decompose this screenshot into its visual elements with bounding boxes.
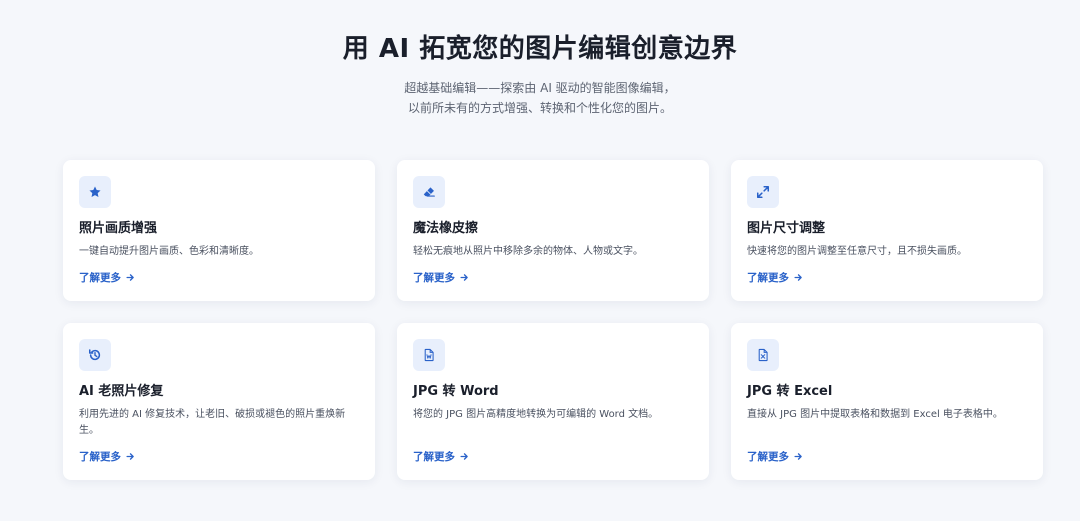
learn-more-link[interactable]: 了解更多 <box>747 270 803 285</box>
arrow-right-icon <box>460 274 468 281</box>
card-description: 轻松无痕地从照片中移除多余的物体、人物或文字。 <box>413 246 643 257</box>
arrow-right-icon <box>460 453 468 460</box>
page-title: 用 AI 拓宽您的图片编辑创意边界 <box>342 34 738 64</box>
history-restore-icon <box>79 339 111 371</box>
word-file-icon <box>413 339 445 371</box>
arrow-right-icon <box>794 274 802 281</box>
learn-more-link[interactable]: 了解更多 <box>79 270 135 285</box>
learn-more-label: 了解更多 <box>79 272 121 284</box>
card-title: JPG 转 Excel <box>747 384 833 399</box>
feature-card-image-resize[interactable]: 图片尺寸调整 快速将您的图片调整至任意尺寸，且不损失画质。 了解更多 <box>731 160 1043 301</box>
learn-more-link[interactable]: 了解更多 <box>79 449 135 464</box>
arrow-right-icon <box>794 453 802 460</box>
card-title: JPG 转 Word <box>413 384 499 399</box>
learn-more-label: 了解更多 <box>747 451 789 463</box>
feature-card-jpg-to-excel[interactable]: JPG 转 Excel 直接从 JPG 图片中提取表格和数据到 Excel 电子… <box>731 323 1043 480</box>
subtitle-line-1: 超越基础编辑——探索由 AI 驱动的智能图像编辑， <box>404 81 676 95</box>
subtitle-line-2: 以前所未有的方式增强、转换和个性化您的图片。 <box>407 101 672 115</box>
card-description: 快速将您的图片调整至任意尺寸，且不损失画质。 <box>747 246 967 257</box>
learn-more-label: 了解更多 <box>413 272 455 284</box>
card-title: 魔法橡皮擦 <box>413 221 479 236</box>
arrow-right-icon <box>126 453 134 460</box>
hero-section: 用 AI 拓宽您的图片编辑创意边界 超越基础编辑——探索由 AI 驱动的智能图像… <box>0 0 1080 118</box>
learn-more-label: 了解更多 <box>413 451 455 463</box>
excel-file-icon <box>747 339 779 371</box>
card-title: AI 老照片修复 <box>79 384 164 399</box>
learn-more-link[interactable]: 了解更多 <box>413 270 469 285</box>
learn-more-link[interactable]: 了解更多 <box>413 449 469 464</box>
card-title: 图片尺寸调整 <box>747 221 826 236</box>
card-description: 将您的 JPG 图片高精度地转换为可编辑的 Word 文档。 <box>413 409 659 420</box>
feature-grid: 照片画质增强 一键自动提升图片画质、色彩和清晰度。 了解更多 魔法橡皮擦 轻松无… <box>63 160 1043 480</box>
resize-icon <box>747 176 779 208</box>
feature-card-old-photo-restore[interactable]: AI 老照片修复 利用先进的 AI 修复技术，让老旧、破损或褪色的照片重焕新生。… <box>63 323 375 480</box>
arrow-right-icon <box>126 274 134 281</box>
page: 用 AI 拓宽您的图片编辑创意边界 超越基础编辑——探索由 AI 驱动的智能图像… <box>0 0 1080 521</box>
card-description: 一键自动提升图片画质、色彩和清晰度。 <box>79 246 259 257</box>
card-description: 利用先进的 AI 修复技术，让老旧、破损或褪色的照片重焕新生。 <box>79 409 346 436</box>
card-description: 直接从 JPG 图片中提取表格和数据到 Excel 电子表格中。 <box>747 409 1003 420</box>
card-title: 照片画质增强 <box>79 221 158 236</box>
eraser-icon <box>413 176 445 208</box>
learn-more-label: 了解更多 <box>79 451 121 463</box>
feature-card-jpg-to-word[interactable]: JPG 转 Word 将您的 JPG 图片高精度地转换为可编辑的 Word 文档… <box>397 323 709 480</box>
feature-card-photo-enhance[interactable]: 照片画质增强 一键自动提升图片画质、色彩和清晰度。 了解更多 <box>63 160 375 301</box>
learn-more-link[interactable]: 了解更多 <box>747 449 803 464</box>
learn-more-label: 了解更多 <box>747 272 789 284</box>
page-subtitle: 超越基础编辑——探索由 AI 驱动的智能图像编辑， 以前所未有的方式增强、转换和… <box>0 78 1080 118</box>
feature-card-magic-eraser[interactable]: 魔法橡皮擦 轻松无痕地从照片中移除多余的物体、人物或文字。 了解更多 <box>397 160 709 301</box>
star-icon <box>79 176 111 208</box>
